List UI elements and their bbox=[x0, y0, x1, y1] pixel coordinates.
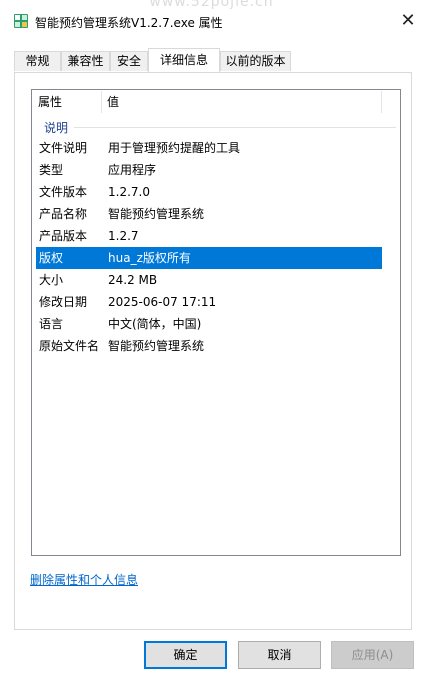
group-header-description: 说明 bbox=[32, 117, 400, 135]
group-divider bbox=[74, 127, 396, 128]
property-value: 24.2 MB bbox=[108, 273, 158, 287]
tab-compatibility[interactable]: 兼容性 bbox=[61, 51, 110, 71]
list-item[interactable]: 修改日期 2025-06-07 17:11 bbox=[36, 291, 382, 313]
details-panel: 属性 值 说明 文件说明 用于管理预约提醒的工具 类型 应用程序 文件版本 1.… bbox=[14, 72, 412, 630]
property-value: 智能预约管理系统 bbox=[108, 339, 205, 353]
list-item[interactable]: 产品版本 1.2.7 bbox=[36, 225, 382, 247]
tab-security[interactable]: 安全 bbox=[110, 51, 148, 71]
title-bar: www.52pojie.cn 智能预约管理系统V1.2.7.exe 属性 ✕ bbox=[0, 0, 423, 44]
property-name: 类型 bbox=[39, 163, 64, 177]
list-item[interactable]: 语言 中文(简体，中国) bbox=[36, 313, 382, 335]
app-icon bbox=[14, 14, 28, 28]
column-header-value[interactable]: 值 bbox=[101, 90, 377, 114]
property-value: 中文(简体，中国) bbox=[108, 317, 202, 331]
tab-general[interactable]: 常规 bbox=[14, 51, 61, 71]
details-list[interactable]: 属性 值 说明 文件说明 用于管理预约提醒的工具 类型 应用程序 文件版本 1.… bbox=[31, 89, 401, 556]
list-item[interactable]: 原始文件名 智能预约管理系统 bbox=[36, 335, 382, 357]
window-title: 智能预约管理系统V1.2.7.exe 属性 bbox=[35, 16, 223, 30]
property-value: 用于管理预约提醒的工具 bbox=[108, 141, 241, 155]
property-name: 文件说明 bbox=[39, 141, 88, 155]
property-name: 语言 bbox=[39, 317, 64, 331]
property-value: 2025-06-07 17:11 bbox=[108, 295, 217, 309]
watermark: www.52pojie.cn bbox=[149, 0, 274, 10]
tab-details[interactable]: 详细信息 bbox=[148, 48, 220, 72]
cancel-button[interactable]: 取消 bbox=[238, 641, 321, 669]
list-item[interactable]: 大小 24.2 MB bbox=[36, 269, 382, 291]
property-name: 产品名称 bbox=[39, 207, 88, 221]
property-name: 修改日期 bbox=[39, 295, 88, 309]
property-name: 版权 bbox=[39, 251, 64, 265]
tab-strip: 常规 兼容性 安全 详细信息 以前的版本 bbox=[14, 48, 409, 72]
column-header-property[interactable]: 属性 bbox=[32, 90, 101, 114]
apply-button[interactable]: 应用(A) bbox=[331, 641, 414, 669]
column-divider[interactable] bbox=[381, 91, 382, 113]
remove-properties-link[interactable]: 删除属性和个人信息 bbox=[30, 571, 138, 588]
property-value: 1.2.7 bbox=[108, 229, 139, 243]
list-item[interactable]: 文件说明 用于管理预约提醒的工具 bbox=[36, 137, 382, 159]
property-name: 文件版本 bbox=[39, 185, 88, 199]
property-value: hua_z版权所有 bbox=[108, 251, 191, 265]
tab-previous-versions[interactable]: 以前的版本 bbox=[220, 51, 291, 71]
group-label: 说明 bbox=[44, 121, 69, 135]
property-value: 智能预约管理系统 bbox=[108, 207, 205, 221]
list-item-selected[interactable]: 版权 hua_z版权所有 bbox=[36, 247, 382, 269]
ok-button[interactable]: 确定 bbox=[144, 641, 227, 669]
property-name: 原始文件名 bbox=[39, 339, 100, 353]
property-value: 应用程序 bbox=[108, 163, 157, 177]
close-button[interactable]: ✕ bbox=[393, 6, 423, 36]
property-name: 产品版本 bbox=[39, 229, 88, 243]
property-value: 1.2.7.0 bbox=[108, 185, 150, 199]
list-item[interactable]: 类型 应用程序 bbox=[36, 159, 382, 181]
list-item[interactable]: 产品名称 智能预约管理系统 bbox=[36, 203, 382, 225]
list-item[interactable]: 文件版本 1.2.7.0 bbox=[36, 181, 382, 203]
list-header: 属性 值 bbox=[32, 90, 400, 114]
property-name: 大小 bbox=[39, 273, 64, 287]
